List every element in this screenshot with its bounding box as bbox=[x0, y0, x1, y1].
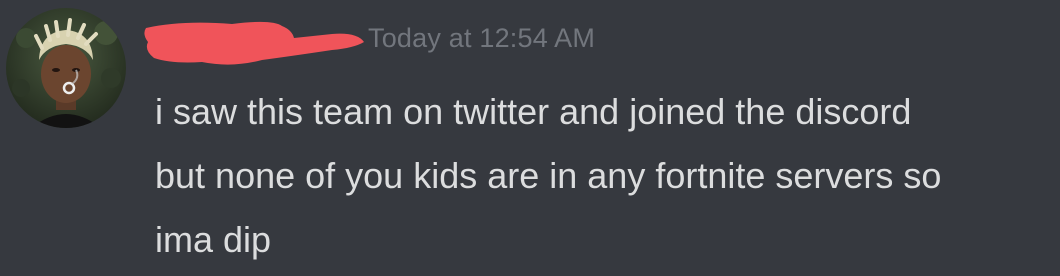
redaction-mark bbox=[144, 21, 364, 65]
avatar-image bbox=[6, 8, 126, 128]
username[interactable] bbox=[142, 20, 364, 68]
message-line: but none of you kids are in any fortnite… bbox=[155, 155, 942, 196]
message-timestamp: Today at 12:54 AM bbox=[368, 22, 596, 53]
message-line: i saw this team on twitter and joined th… bbox=[155, 91, 912, 132]
message-content: i saw this team on twitter and joined th… bbox=[155, 80, 1035, 272]
chat-message: Today at 12:54 AM i saw this team on twi… bbox=[0, 0, 1060, 276]
message-header: Today at 12:54 AM bbox=[142, 16, 595, 72]
user-avatar-icon[interactable] bbox=[6, 8, 126, 128]
message-line: ima dip bbox=[155, 219, 272, 260]
